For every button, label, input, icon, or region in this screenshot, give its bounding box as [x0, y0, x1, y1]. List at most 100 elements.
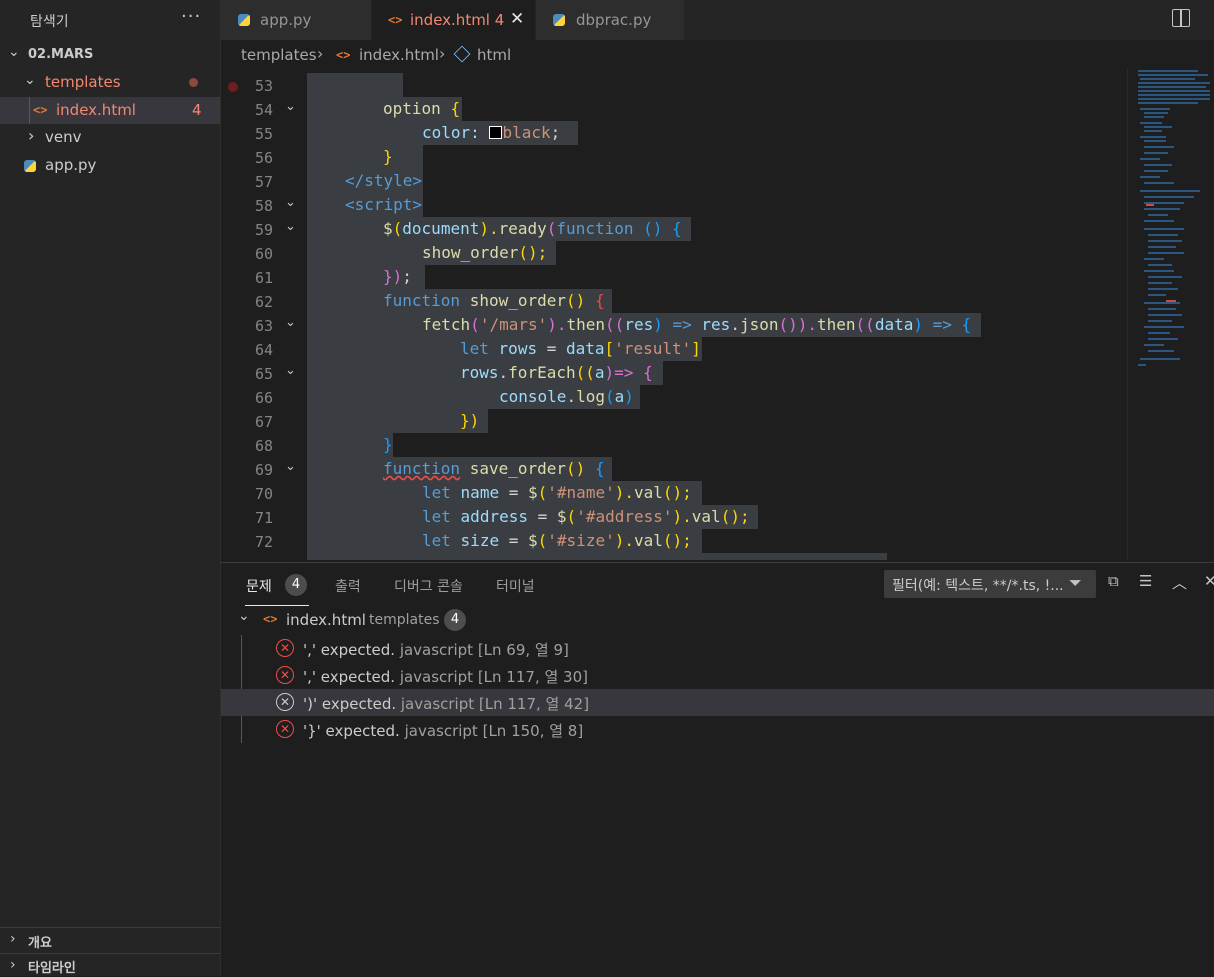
file-label: index.html [56, 101, 136, 119]
file-index-html[interactable]: <> index.html 4 [0, 97, 220, 124]
error-icon: ✕ [276, 639, 294, 657]
group-folder: templates [369, 612, 440, 628]
problems-count-badge: 4 [285, 574, 307, 596]
active-tab-indicator [245, 605, 309, 606]
line-number: 72 [254, 533, 273, 551]
chevron-right-icon: › [10, 957, 16, 973]
fold-chevron-icon[interactable]: ⌄ [285, 99, 296, 114]
html-file-icon: <> [388, 13, 403, 27]
tab-output[interactable]: 출력 [335, 576, 361, 596]
filter-placeholder: 필터(예: 텍스트, **/*.ts, !... [892, 578, 1064, 594]
code-line: }) [460, 411, 480, 430]
code-line: <script> [345, 195, 423, 214]
code-line: color: black; [422, 123, 561, 142]
group-count-badge: 4 [444, 609, 466, 631]
tab-dbprac-py[interactable]: dbprac.py [536, 0, 685, 40]
tab-index-html[interactable]: <> index.html 4 ✕ [372, 0, 536, 40]
line-number: 57 [254, 173, 273, 191]
close-panel-icon[interactable]: ✕ [1204, 572, 1214, 590]
code-line: let address = $('#address').val(); [422, 507, 750, 526]
folder-label: venv [45, 128, 82, 146]
outline-label: 개요 [28, 936, 52, 951]
selection-highlight [307, 553, 887, 560]
error-icon: ✕ [276, 666, 294, 684]
html-file-icon: <> [336, 48, 351, 62]
code-line: } [383, 147, 393, 166]
line-number: 60 [254, 245, 273, 263]
timeline-section[interactable]: › 타임라인 [0, 953, 220, 977]
code-line: option { [383, 99, 461, 118]
tab-label: index.html 4 [410, 11, 505, 29]
filter-icon[interactable]: ⏷ [1069, 573, 1082, 593]
problem-group-index-html[interactable]: ⌄ <> index.html templates 4 [221, 607, 1214, 634]
code-line: } [383, 435, 393, 454]
line-number: 67 [254, 413, 273, 431]
fold-chevron-icon[interactable]: ⌄ [285, 459, 296, 474]
line-number: 62 [254, 293, 273, 311]
split-editor-icon[interactable] [1172, 9, 1190, 27]
tab-debug-console[interactable]: 디버그 콘솔 [394, 576, 463, 596]
folder-root[interactable]: ⌄ 02.MARS [0, 41, 220, 68]
filter-input[interactable]: 필터(예: 텍스트, **/*.ts, !... ⏷ [884, 570, 1096, 598]
line-number: 59 [254, 221, 273, 239]
selection-highlight [307, 433, 393, 457]
code-line: </style> [345, 171, 423, 190]
line-number: 56 [254, 149, 273, 167]
chevron-right-icon: › [439, 44, 446, 63]
python-file-icon [238, 14, 250, 26]
error-icon: ✕ [276, 693, 294, 711]
fold-chevron-icon[interactable]: ⌄ [285, 219, 296, 234]
minimap[interactable] [1136, 68, 1214, 560]
problem-item[interactable]: ✕ ',' expected. javascript [Ln 117, 열 30… [221, 662, 1214, 689]
fold-chevron-icon[interactable]: ⌄ [285, 363, 296, 378]
outline-section[interactable]: › 개요 [0, 927, 220, 954]
breadcrumb-templates[interactable]: templates [241, 46, 317, 64]
file-label: app.py [45, 156, 97, 174]
view-as-tree-icon[interactable]: ☰ [1139, 572, 1152, 590]
problem-item[interactable]: ✕ '}' expected. javascript [Ln 150, 열 8] [221, 716, 1214, 743]
editor-tab-bar: app.py <> index.html 4 ✕ dbprac.py [221, 0, 1214, 40]
tab-problems[interactable]: 문제 [246, 576, 272, 596]
chevron-right-icon: › [28, 126, 35, 145]
more-actions-icon[interactable]: ··· [181, 6, 201, 27]
breadcrumb-index-html[interactable]: index.html [359, 46, 439, 64]
close-icon[interactable]: ✕ [510, 9, 524, 29]
code-editor[interactable]: 53 54 ⌄ 55 56 57 58 ⌄ 59 ⌄ 60 61 62 63 ⌄… [221, 68, 1214, 560]
folder-label: 02.MARS [28, 47, 94, 62]
problem-item-selected[interactable]: ✕ ')' expected. javascript [Ln 117, 열 42… [221, 689, 1214, 716]
line-number: 65 [254, 365, 273, 383]
breadcrumb: templates › <> index.html › html [221, 40, 1214, 68]
folder-venv[interactable]: › venv [0, 124, 220, 151]
code-line: function show_order() { [383, 291, 605, 310]
line-number: 54 [254, 101, 273, 119]
fold-chevron-icon[interactable]: ⌄ [285, 195, 296, 210]
line-number: 70 [254, 485, 273, 503]
selection-highlight [307, 145, 423, 169]
bottom-panel: 문제 4 출력 디버그 콘솔 터미널 필터(예: 텍스트, **/*.ts, !… [221, 562, 1214, 977]
line-number: 73 [221, 557, 273, 560]
fold-chevron-icon[interactable]: ⌄ [285, 315, 296, 330]
html-file-icon: <> [263, 612, 278, 626]
line-number: 53 [254, 77, 273, 95]
error-count-badge: 4 [192, 101, 202, 119]
selection-highlight [307, 73, 403, 97]
tab-label: app.py [260, 11, 312, 29]
group-file: index.html [286, 611, 366, 629]
file-app-py[interactable]: app.py [0, 152, 220, 179]
tab-terminal[interactable]: 터미널 [496, 576, 535, 596]
chevron-right-icon: › [10, 931, 16, 947]
code-line: function save_order() { [383, 459, 605, 478]
code-line: $(document).ready(function () { [383, 219, 682, 238]
explorer-title: 탐색기 [30, 14, 69, 30]
line-number: 69 [254, 461, 273, 479]
collapse-all-icon[interactable]: ⧉ [1108, 572, 1119, 590]
explorer-sidebar: 탐색기 ··· ⌄ 02.MARS ⌄ templates <> index.h… [0, 0, 221, 976]
code-line: let size = $('#size').val(); [422, 531, 692, 550]
breadcrumb-html[interactable]: html [477, 46, 511, 64]
line-number: 68 [254, 437, 273, 455]
maximize-panel-icon[interactable]: ︿ [1172, 572, 1187, 593]
problem-item[interactable]: ✕ ',' expected. javascript [Ln 69, 열 9] [221, 635, 1214, 662]
line-number: 71 [254, 509, 273, 527]
tab-app-py[interactable]: app.py [221, 0, 372, 40]
folder-templates[interactable]: ⌄ templates [0, 69, 220, 96]
